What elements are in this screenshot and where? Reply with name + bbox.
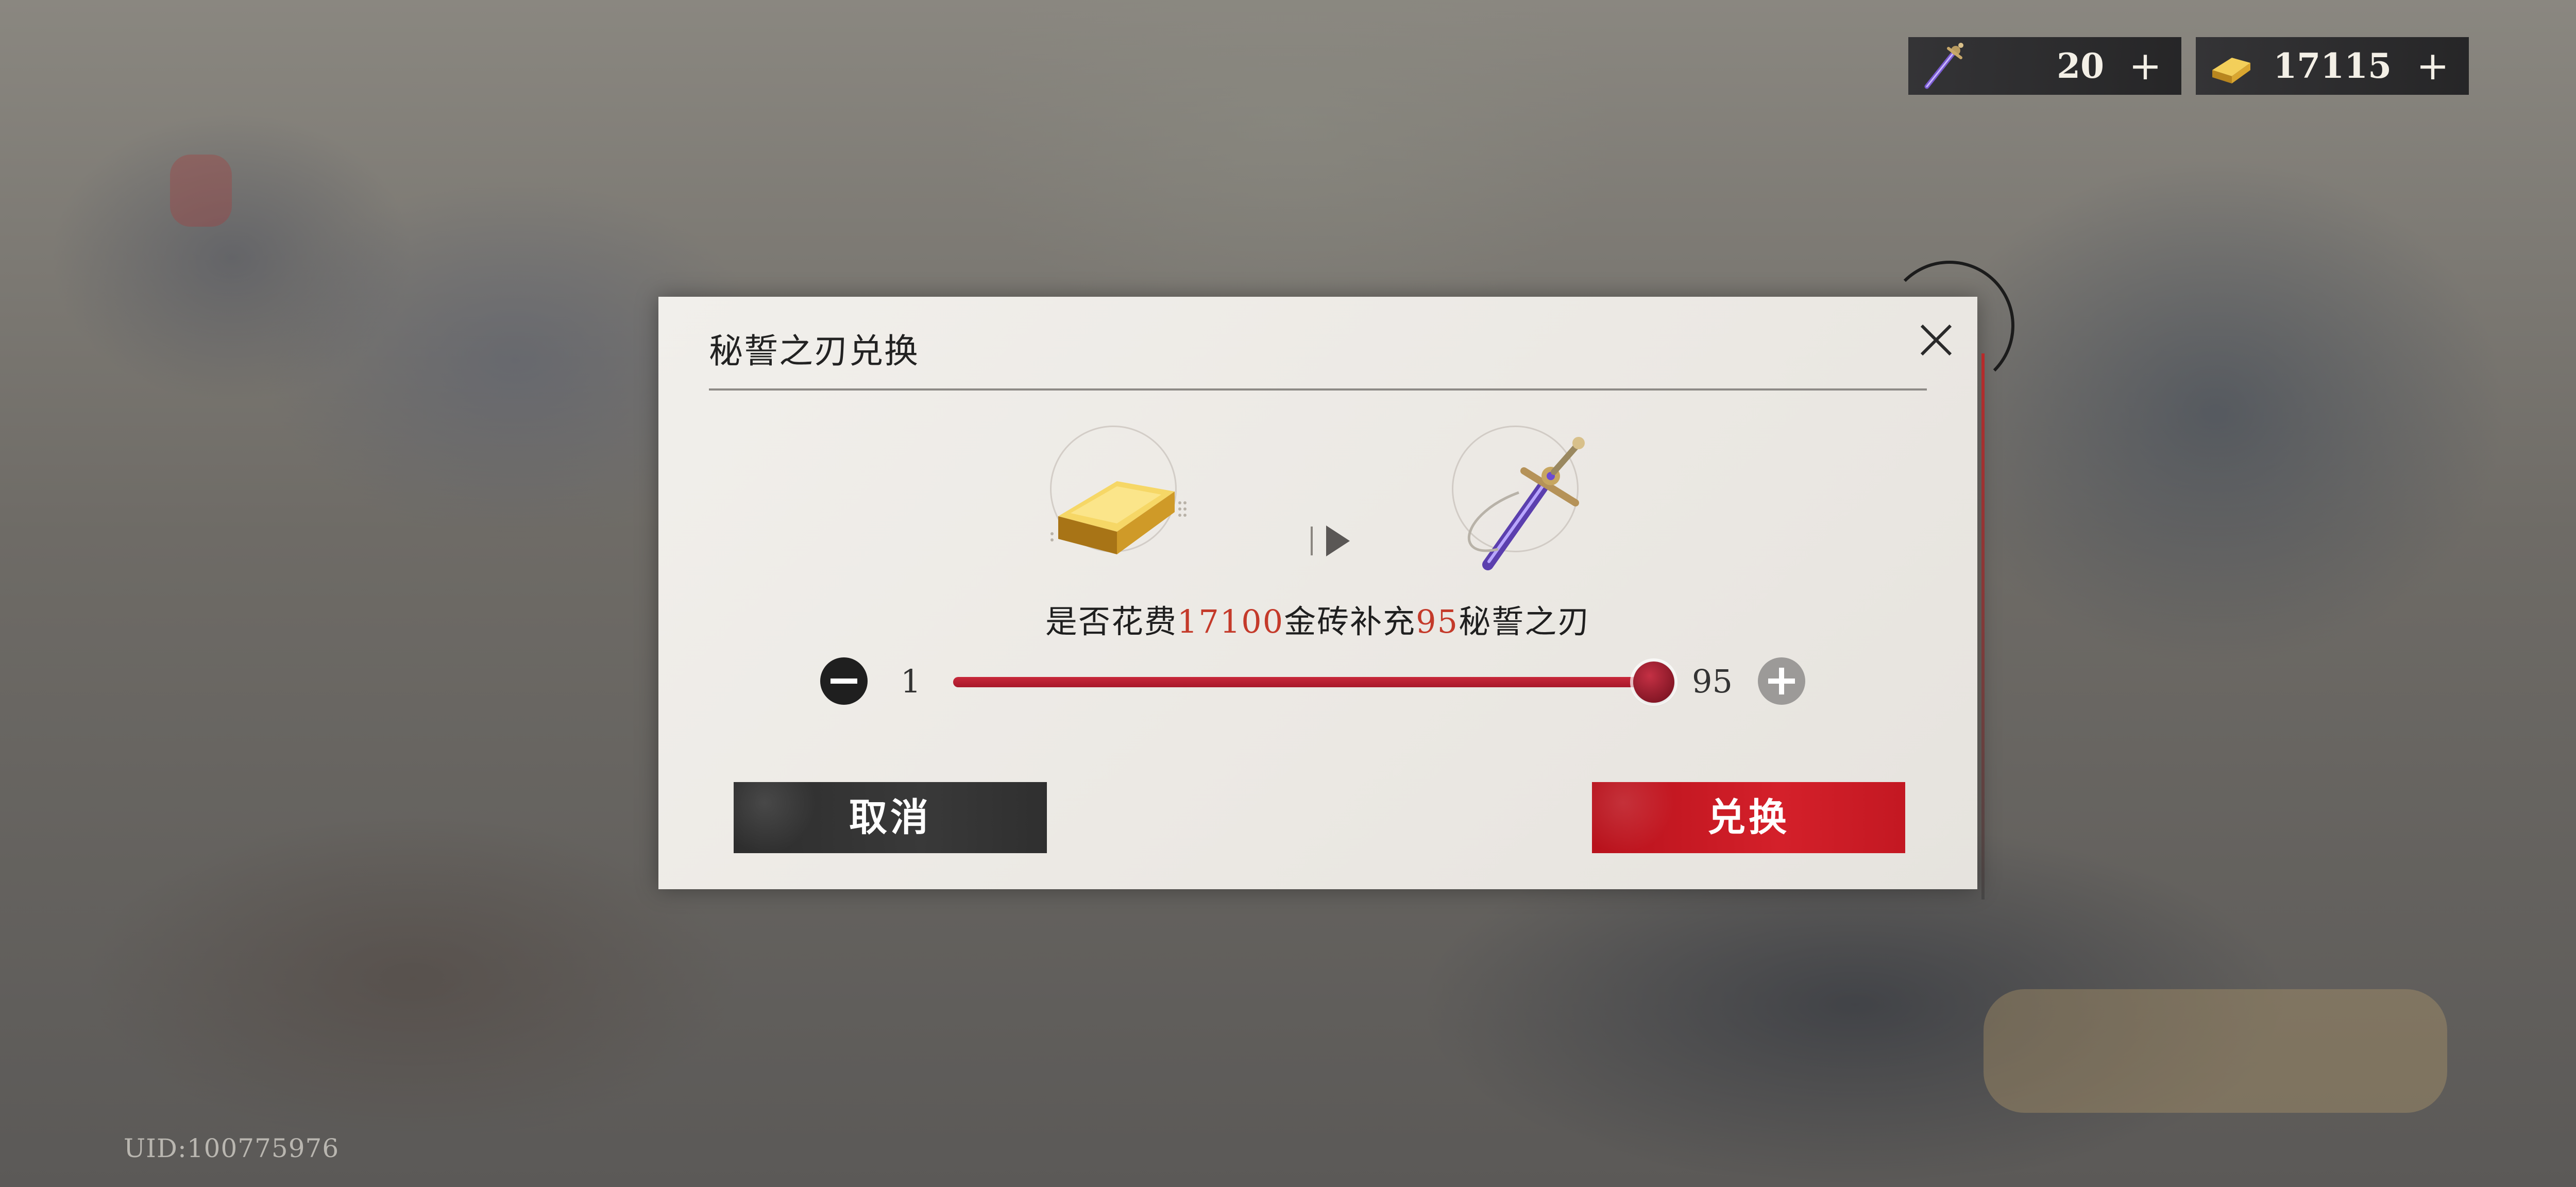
increase-quantity-button[interactable] [1758, 657, 1805, 705]
quantity-slider-fill [953, 677, 1654, 687]
close-icon[interactable] [1911, 315, 1961, 365]
exchange-amount: 95 [1416, 603, 1459, 640]
exchange-button[interactable]: 兑换 [1592, 782, 1905, 853]
user-id: UID:100775976 [124, 1133, 340, 1163]
secret-oath-blade-icon [1467, 437, 1585, 570]
dialog-title: 秘誓之刃兑换 [709, 331, 919, 371]
add-blade-button[interactable]: + [2125, 45, 2166, 87]
cost-item-slot [1040, 426, 1194, 580]
question-suffix: 秘誓之刃 [1459, 603, 1591, 640]
game-screen: 20 + 17115 + 秘誓之刃兑换 是否花费17100金砖补充95秘誓之刃 … [0, 0, 2576, 1187]
button-decoration [734, 782, 816, 853]
quantity-max-label: 95 [1692, 663, 1733, 700]
gold-count: 17115 [2273, 46, 2392, 86]
secret-oath-blade-icon [1924, 43, 1963, 89]
currency-gold: 17115 + [2196, 37, 2469, 95]
question-middle: 金砖补充 [1284, 603, 1416, 640]
button-decoration [1592, 782, 1674, 853]
decrease-quantity-button[interactable] [820, 657, 868, 705]
currency-blade: 20 + [1908, 37, 2181, 95]
gold-brick-icon [2212, 58, 2250, 83]
dialog-decoration-line [1981, 353, 1985, 900]
quantity-min-label: 1 [901, 663, 921, 700]
background-glow [1984, 989, 2447, 1113]
cancel-button-label: 取消 [849, 795, 931, 840]
arrow-right-icon [1311, 525, 1350, 556]
exchange-button-label: 兑换 [1707, 795, 1790, 840]
question-prefix: 是否花费 [1045, 603, 1177, 640]
reward-item-slot [1442, 426, 1596, 580]
cost-amount: 17100 [1177, 603, 1284, 640]
quantity-slider-thumb[interactable] [1633, 662, 1674, 703]
background-accent [170, 155, 232, 227]
gold-brick-icon [1050, 481, 1187, 554]
add-gold-button[interactable]: + [2412, 45, 2453, 87]
minus-icon [831, 679, 857, 684]
quantity-slider[interactable] [953, 662, 1674, 703]
cancel-button[interactable]: 取消 [734, 782, 1047, 853]
exchange-dialog: 秘誓之刃兑换 是否花费17100金砖补充95秘誓之刃 1 95 取消 兑换 [658, 261, 2014, 900]
plus-icon-vertical [1779, 668, 1784, 694]
title-divider [709, 388, 1927, 391]
exchange-question: 是否花费17100金砖补充95秘誓之刃 [658, 596, 1977, 642]
blade-count: 20 [2057, 46, 2104, 86]
